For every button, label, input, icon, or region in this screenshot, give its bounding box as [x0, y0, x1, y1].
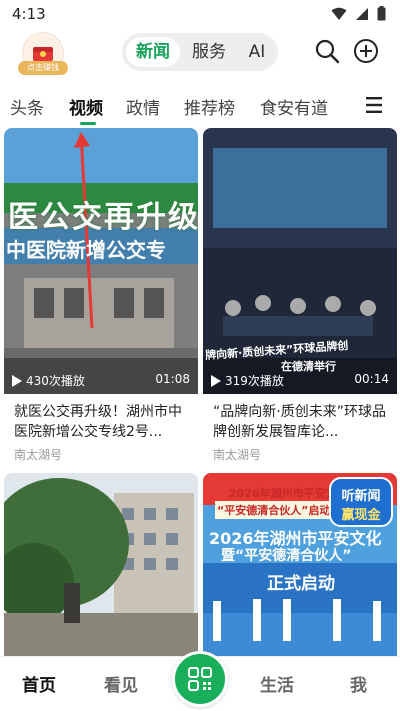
video-duration: 01:08: [155, 372, 190, 386]
thumb-caption-5: 正式启动: [267, 574, 335, 594]
channel-active-indicator: [80, 122, 96, 125]
channel-food-safety[interactable]: 食安有道: [260, 94, 328, 119]
video-thumbnail: [4, 473, 198, 656]
play-count-text: 319次播放: [225, 374, 284, 388]
video-thumbnail: 医公交再升级 中医院新增公交专: [4, 128, 198, 394]
promo-badge[interactable]: 听新闻 赢现金: [329, 477, 393, 527]
menu-icon[interactable]: [364, 96, 384, 114]
video-title: “品牌向新·质创未来”环球品牌创新发展智库论...: [213, 404, 386, 440]
channel-politics[interactable]: 政情: [126, 94, 160, 119]
thumb-caption-2: 在德清举行: [281, 360, 336, 373]
channel-bar: 头条 视频 政情 推荐榜 食安有道: [0, 86, 400, 126]
top-tab-switcher: 新闻 服务 AI: [122, 33, 278, 71]
tab-news[interactable]: 新闻: [126, 37, 180, 67]
wifi-icon: [331, 7, 347, 20]
play-icon: [211, 374, 221, 387]
video-duration: 00:14: [354, 372, 389, 386]
nav-life[interactable]: 生活: [260, 671, 294, 696]
video-card[interactable]: [4, 473, 198, 656]
video-thumbnail: 牌向新·质创未来”环球品牌创 在德清举行: [203, 128, 397, 394]
search-icon[interactable]: [314, 38, 340, 64]
nav-home[interactable]: 首页: [22, 671, 56, 696]
thumb-caption-1: 医公交再升级: [8, 200, 198, 235]
scan-button[interactable]: [172, 651, 228, 707]
thumb-caption-2: 中医院新增公交专: [6, 238, 166, 262]
play-icon: [12, 374, 22, 387]
promo-line-1: 听新闻: [341, 489, 381, 504]
status-bar: 4:13: [0, 0, 400, 30]
play-count: 430次播放: [12, 372, 85, 389]
video-feed: 医公交再升级 中医院新增公交专 430次播放 01:08 就医公交再升级！湖州市…: [0, 126, 400, 656]
video-card[interactable]: 2026年湖州市平安文化 “平安德清合伙人”启动仪式举行 2026年湖州市平安文…: [203, 473, 397, 656]
promo-line-2: 赢现金: [341, 508, 381, 523]
battery-icon: [377, 6, 386, 21]
qr-code-icon: [188, 667, 212, 691]
play-count: 319次播放: [211, 372, 284, 389]
video-card[interactable]: 医公交再升级 中医院新增公交专 430次播放 01:08 就医公交再升级！湖州市…: [4, 128, 198, 464]
channel-headlines[interactable]: 头条: [10, 94, 44, 119]
tab-service[interactable]: 服务: [186, 37, 232, 67]
app-header: 点击赚钱 新闻 服务 AI: [0, 30, 400, 82]
reward-badge[interactable]: 点击赚钱: [18, 32, 68, 78]
thumb-caption-4: 暨“平安德清合伙人”: [221, 548, 352, 564]
nav-discover[interactable]: 看见: [104, 671, 138, 696]
video-source: 南太湖号: [14, 448, 63, 462]
add-circle-icon[interactable]: [353, 38, 379, 64]
video-card[interactable]: 牌向新·质创未来”环球品牌创 在德清举行 319次播放 00:14 “品牌向新·…: [203, 128, 397, 464]
status-time: 4:13: [12, 5, 46, 23]
signal-icon: [356, 7, 368, 20]
status-icons: [331, 6, 386, 21]
video-source: 南太湖号: [213, 448, 262, 462]
nav-me[interactable]: 我: [350, 671, 367, 696]
tab-ai[interactable]: AI: [240, 37, 274, 67]
channel-recommend[interactable]: 推荐榜: [184, 94, 235, 119]
bottom-nav: 首页 看见 生活 我: [0, 651, 400, 711]
reward-label: 点击赚钱: [18, 61, 68, 75]
play-count-text: 430次播放: [26, 374, 85, 388]
video-title: 就医公交再升级！湖州市中医院新增公交专线2号...: [14, 404, 182, 440]
channel-video[interactable]: 视频: [69, 94, 103, 119]
